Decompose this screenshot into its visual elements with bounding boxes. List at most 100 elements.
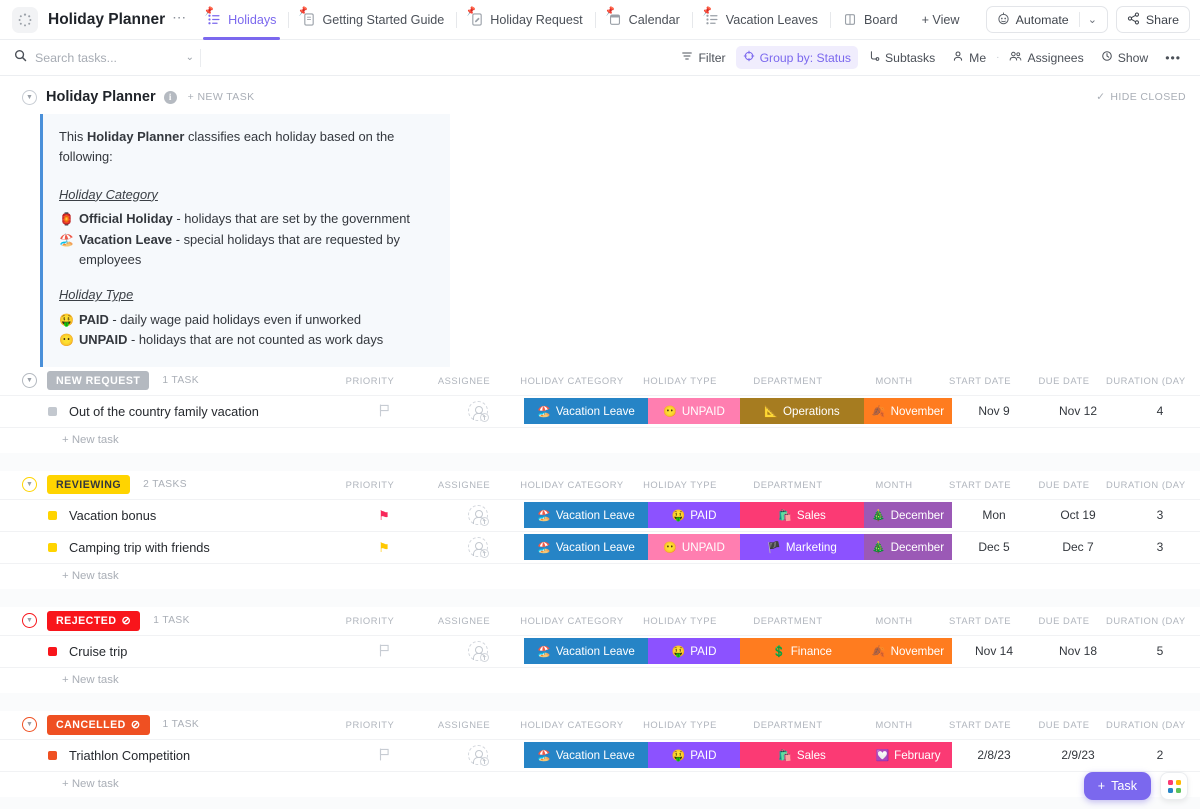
duration-cell[interactable]: 5 [1120,636,1200,667]
assignee-cell[interactable]: + [432,396,524,427]
column-header-holiday_type[interactable]: HOLIDAY TYPE [634,479,726,490]
status-badge[interactable]: NEW REQUEST [47,371,149,390]
tab-add-view[interactable]: + View [910,0,972,40]
duration-cell[interactable]: 3 [1120,532,1200,563]
tab-board[interactable]: Board [831,0,910,40]
assignee-cell[interactable]: + [432,500,524,531]
due-date-cell[interactable]: Nov 18 [1036,636,1120,667]
duration-cell[interactable]: 3 [1120,500,1200,531]
start-date-cell[interactable]: Dec 5 [952,532,1036,563]
column-header-holiday_category[interactable]: HOLIDAY CATEGORY [510,479,634,490]
task-status-dot[interactable] [48,751,57,760]
hide-closed-toggle[interactable]: ✓ HIDE CLOSED [1096,91,1186,103]
group-collapse-toggle[interactable]: ▼ [22,613,37,628]
show-button[interactable]: Show [1094,46,1156,69]
task-name-cell[interactable]: Out of the country family vacation [0,396,259,427]
due-date-cell[interactable]: 2/9/23 [1036,740,1120,771]
priority-cell[interactable] [336,636,432,667]
assignee-cell[interactable]: + [432,532,524,563]
priority-cell[interactable]: ⚑ [336,500,432,531]
start-date-cell[interactable]: Nov 9 [952,396,1036,427]
start-date-cell[interactable]: Nov 14 [952,636,1036,667]
column-header-duration[interactable]: DURATION (DAYS [1106,375,1186,386]
due-date-cell[interactable]: Dec 7 [1036,532,1120,563]
task-name-cell[interactable]: Triathlon Competition [0,740,190,771]
assignee-cell[interactable]: + [432,636,524,667]
status-badge[interactable]: CANCELLED⊘ [47,715,150,735]
priority-cell[interactable] [336,396,432,427]
task-status-dot[interactable] [48,543,57,552]
start-date-cell[interactable]: 2/8/23 [952,740,1036,771]
column-header-assignee[interactable]: ASSIGNEE [418,615,510,626]
status-badge[interactable]: REVIEWING [47,475,130,494]
column-header-duration[interactable]: DURATION (DAYS [1106,615,1186,626]
column-header-start_date[interactable]: START DATE [938,719,1022,730]
new-task-button[interactable]: + NEW TASK [188,91,255,103]
column-header-holiday_category[interactable]: HOLIDAY CATEGORY [510,615,634,626]
task-name-cell[interactable]: Camping trip with friends [0,532,210,563]
search-chevron-down-icon[interactable]: ⌄ [186,52,194,63]
duration-cell[interactable]: 2 [1120,740,1200,771]
add-new-task-row[interactable]: + New task [0,771,1200,797]
add-assignee-icon[interactable]: + [468,505,488,525]
table-row[interactable]: Triathlon Competition+🏖️Vacation Leave🤑P… [0,739,1200,771]
automate-button[interactable]: Automate ⌄ [986,6,1108,33]
apps-grid-button[interactable] [1160,772,1188,800]
assignees-button[interactable]: Assignees [1002,46,1090,69]
column-header-priority[interactable]: PRIORITY [322,479,418,490]
column-header-month[interactable]: MONTH [850,615,938,626]
column-header-duration[interactable]: DURATION (DAYS [1106,719,1186,730]
chevron-down-icon[interactable]: ⌄ [1088,13,1097,26]
task-name-cell[interactable]: Vacation bonus [0,500,156,531]
tab-calendar[interactable]: 📌 Calendar [596,0,692,40]
column-header-holiday_category[interactable]: HOLIDAY CATEGORY [510,375,634,386]
tab-holiday-request[interactable]: 📌 Holiday Request [457,0,594,40]
column-header-duration[interactable]: DURATION (DAYS [1106,479,1186,490]
duration-cell[interactable]: 4 [1120,396,1200,427]
add-assignee-icon[interactable]: + [468,641,488,661]
share-button[interactable]: Share [1116,6,1190,33]
list-collapse-toggle[interactable]: ▼ [22,90,37,105]
task-name-cell[interactable]: Cruise trip [0,636,127,667]
table-row[interactable]: Out of the country family vacation+🏖️Vac… [0,395,1200,427]
column-header-priority[interactable]: PRIORITY [322,615,418,626]
info-icon[interactable]: i [164,91,177,104]
column-header-month[interactable]: MONTH [850,479,938,490]
tab-vacation-leaves[interactable]: 📌 Vacation Leaves [693,0,830,40]
table-row[interactable]: Vacation bonus⚑+🏖️Vacation Leave🤑PAID🛍️S… [0,499,1200,531]
add-assignee-icon[interactable]: + [468,745,488,765]
column-header-holiday_type[interactable]: HOLIDAY TYPE [634,719,726,730]
column-header-assignee[interactable]: ASSIGNEE [418,375,510,386]
add-new-task-row[interactable]: + New task [0,563,1200,589]
tab-getting-started-guide[interactable]: 📌 Getting Started Guide [289,0,456,40]
add-new-task-row[interactable]: + New task [0,427,1200,453]
search-box[interactable]: ⌄ [14,49,194,67]
column-header-department[interactable]: DEPARTMENT [726,615,850,626]
add-new-task-row[interactable]: + New task [0,667,1200,693]
add-assignee-icon[interactable]: + [468,401,488,421]
column-header-holiday_type[interactable]: HOLIDAY TYPE [634,375,726,386]
column-header-holiday_type[interactable]: HOLIDAY TYPE [634,615,726,626]
column-header-due_date[interactable]: DUE DATE [1022,375,1106,386]
assignee-cell[interactable]: + [432,740,524,771]
column-header-month[interactable]: MONTH [850,375,938,386]
table-row[interactable]: Camping trip with friends⚑+🏖️Vacation Le… [0,531,1200,563]
column-header-assignee[interactable]: ASSIGNEE [418,479,510,490]
column-header-priority[interactable]: PRIORITY [322,719,418,730]
column-header-holiday_category[interactable]: HOLIDAY CATEGORY [510,719,634,730]
filter-button[interactable]: Filter [674,46,732,69]
due-date-cell[interactable]: Oct 19 [1036,500,1120,531]
more-options-button[interactable]: ••• [1158,47,1188,69]
task-status-dot[interactable] [48,407,57,416]
task-status-dot[interactable] [48,511,57,520]
task-status-dot[interactable] [48,647,57,656]
column-header-due_date[interactable]: DUE DATE [1022,615,1106,626]
me-button[interactable]: Me [945,46,993,69]
group-collapse-toggle[interactable]: ▼ [22,717,37,732]
workspace-logo-icon[interactable] [12,7,38,33]
table-row[interactable]: Cruise trip+🏖️Vacation Leave🤑PAID💲Financ… [0,635,1200,667]
column-header-due_date[interactable]: DUE DATE [1022,479,1106,490]
column-header-priority[interactable]: PRIORITY [322,375,418,386]
column-header-start_date[interactable]: START DATE [938,375,1022,386]
column-header-department[interactable]: DEPARTMENT [726,375,850,386]
